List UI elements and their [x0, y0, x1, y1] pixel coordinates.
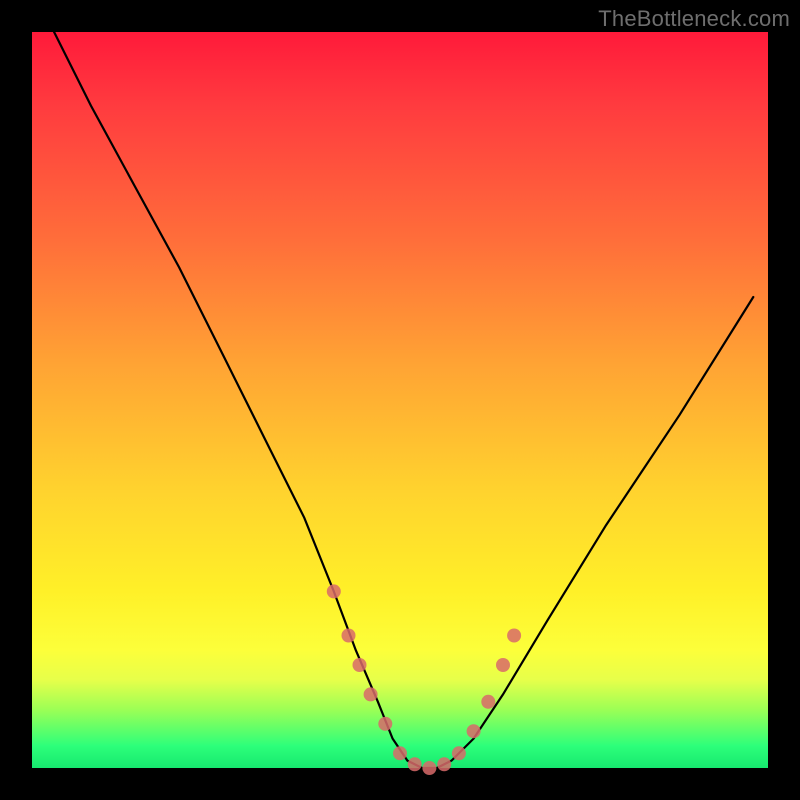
curve-svg: [32, 32, 768, 768]
chart-frame: TheBottleneck.com: [0, 0, 800, 800]
dot: [422, 761, 436, 775]
dot: [393, 746, 407, 760]
highlight-dots: [327, 584, 521, 775]
dot: [408, 757, 422, 771]
bottleneck-curve: [54, 32, 753, 768]
dot: [467, 724, 481, 738]
dot: [481, 695, 495, 709]
dot: [378, 717, 392, 731]
curve-path: [54, 32, 753, 768]
dot: [496, 658, 510, 672]
plot-area: [32, 32, 768, 768]
watermark-text: TheBottleneck.com: [598, 6, 790, 32]
dot: [507, 629, 521, 643]
dot: [437, 757, 451, 771]
dot: [452, 746, 466, 760]
dot: [327, 584, 341, 598]
dot: [364, 687, 378, 701]
dot: [342, 629, 356, 643]
dot: [353, 658, 367, 672]
